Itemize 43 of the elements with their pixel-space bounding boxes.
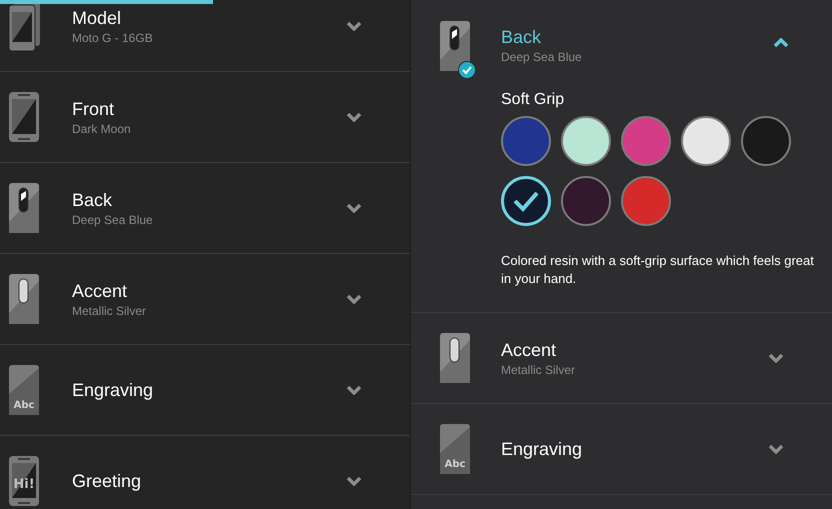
chevron-down-icon[interactable] (346, 203, 362, 213)
item-subtitle: Metallic Silver (501, 362, 576, 378)
color-swatch[interactable] (561, 116, 611, 166)
item-subtitle: Dark Moon (72, 121, 132, 137)
color-swatch[interactable] (621, 176, 671, 226)
chevron-down-icon[interactable] (768, 353, 784, 363)
phone-accent-icon (439, 332, 471, 384)
item-subtitle: Deep Sea Blue (501, 49, 583, 65)
chevron-down-icon[interactable] (346, 21, 362, 31)
chevron-down-icon[interactable] (346, 112, 362, 122)
item-title: Engraving (72, 379, 154, 402)
item-title: Greeting (72, 470, 142, 493)
chevron-down-icon[interactable] (346, 385, 362, 395)
chevron-down-icon[interactable] (346, 294, 362, 304)
phone-accent-icon (8, 273, 40, 325)
item-title: Accent (501, 339, 558, 362)
item-subtitle: Moto G - 16GB (72, 30, 154, 46)
item-title: Accent (72, 280, 128, 303)
item-subtitle: Deep Sea Blue (72, 212, 154, 228)
engraving-icon: Abc (8, 364, 40, 416)
color-swatch[interactable] (501, 176, 551, 226)
chevron-up-icon[interactable] (773, 38, 789, 48)
color-swatch[interactable] (501, 116, 551, 166)
item-title: Engraving (501, 438, 584, 461)
color-swatch[interactable] (561, 176, 611, 226)
phone-icon (8, 91, 40, 143)
check-icon (512, 190, 540, 212)
section-title: Soft Grip (501, 90, 566, 110)
item-subtitle: Metallic Silver (72, 303, 148, 319)
color-swatch[interactable] (741, 116, 791, 166)
item-title: Back (72, 189, 114, 212)
phone-back-icon (8, 182, 40, 234)
chevron-down-icon[interactable] (346, 476, 362, 486)
item-title: Model (72, 7, 122, 30)
description: Colored resin with a soft-grip surface which feels great in your hand. (501, 252, 815, 288)
engraving-icon: Abc (439, 423, 471, 475)
color-swatch[interactable] (681, 116, 731, 166)
color-swatch[interactable] (621, 116, 671, 166)
chevron-down-icon[interactable] (768, 444, 784, 454)
item-title: Back (501, 26, 542, 49)
item-title: Front (72, 98, 116, 121)
phone-back-icon (439, 20, 471, 72)
phone-greeting-icon: Hi! (8, 455, 40, 507)
